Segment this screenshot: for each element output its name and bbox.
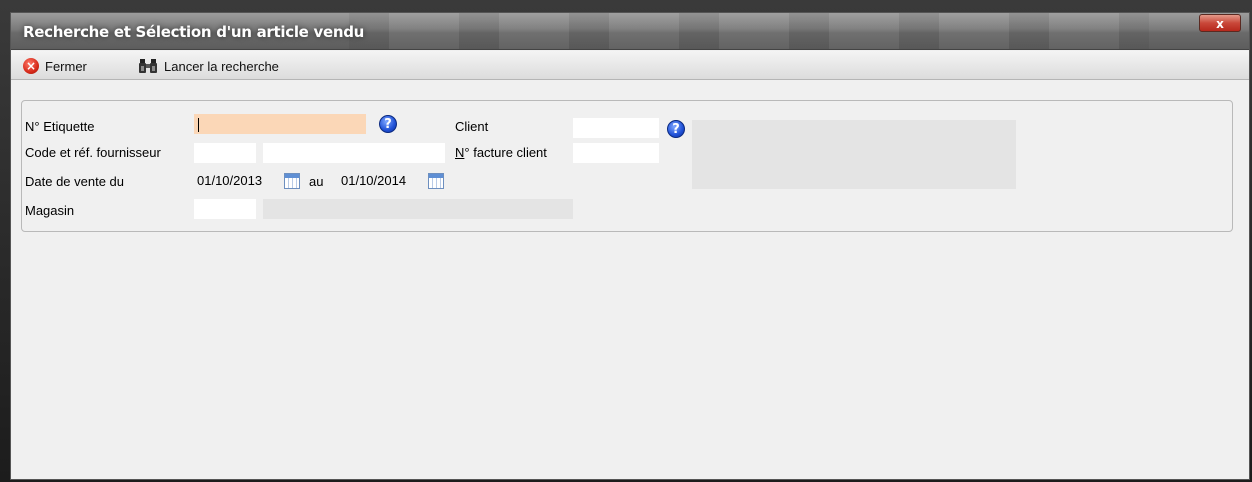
- facture-label: N° facture client: [455, 145, 547, 160]
- client-input[interactable]: [573, 118, 659, 138]
- etiquette-input[interactable]: [194, 114, 366, 134]
- magasin-code-input[interactable]: [194, 199, 256, 219]
- close-button-label: Fermer: [45, 58, 87, 74]
- date-to-input[interactable]: 01/10/2014: [338, 171, 424, 191]
- facture-label-text: ° facture client: [464, 145, 547, 160]
- close-button[interactable]: × Fermer: [23, 56, 87, 76]
- client-label: Client: [455, 119, 489, 134]
- client-details-panel: [692, 120, 1016, 189]
- search-dialog: Recherche et Sélection d'un article vend…: [10, 12, 1250, 480]
- facture-input[interactable]: [573, 143, 659, 163]
- supplier-ref-input[interactable]: [263, 143, 445, 163]
- date-from-calendar-icon[interactable]: [284, 173, 300, 189]
- binoculars-icon: [139, 59, 157, 73]
- window-title: Recherche et Sélection d'un article vend…: [23, 23, 365, 41]
- close-circle-icon: ×: [23, 58, 39, 74]
- text-caret: [198, 117, 199, 132]
- date-from-input[interactable]: 01/10/2013: [194, 171, 280, 191]
- title-bar[interactable]: Recherche et Sélection d'un article vend…: [11, 13, 1249, 50]
- window-close-icon: x: [1216, 17, 1224, 31]
- date-vente-label: Date de vente du: [25, 174, 125, 189]
- date-separator-label: au: [309, 174, 324, 189]
- etiquette-label: N° Etiquette: [25, 119, 95, 134]
- window-close-button[interactable]: x: [1199, 14, 1241, 32]
- date-to-calendar-icon[interactable]: [428, 173, 444, 189]
- facture-label-accelerator: N: [455, 145, 465, 160]
- code-ref-label: Code et réf. fournisseur: [25, 145, 161, 160]
- toolbar: × Fermer Lancer la recherche: [11, 51, 1249, 80]
- search-button-label: Lancer la recherche: [164, 58, 279, 74]
- magasin-name-field: [263, 199, 573, 219]
- search-button[interactable]: Lancer la recherche: [138, 56, 279, 76]
- client-help-icon[interactable]: ?: [667, 120, 685, 138]
- title-bar-decoration: [349, 13, 1149, 49]
- etiquette-help-icon[interactable]: ?: [379, 115, 397, 133]
- magasin-label: Magasin: [25, 203, 75, 218]
- supplier-code-input[interactable]: [194, 143, 256, 163]
